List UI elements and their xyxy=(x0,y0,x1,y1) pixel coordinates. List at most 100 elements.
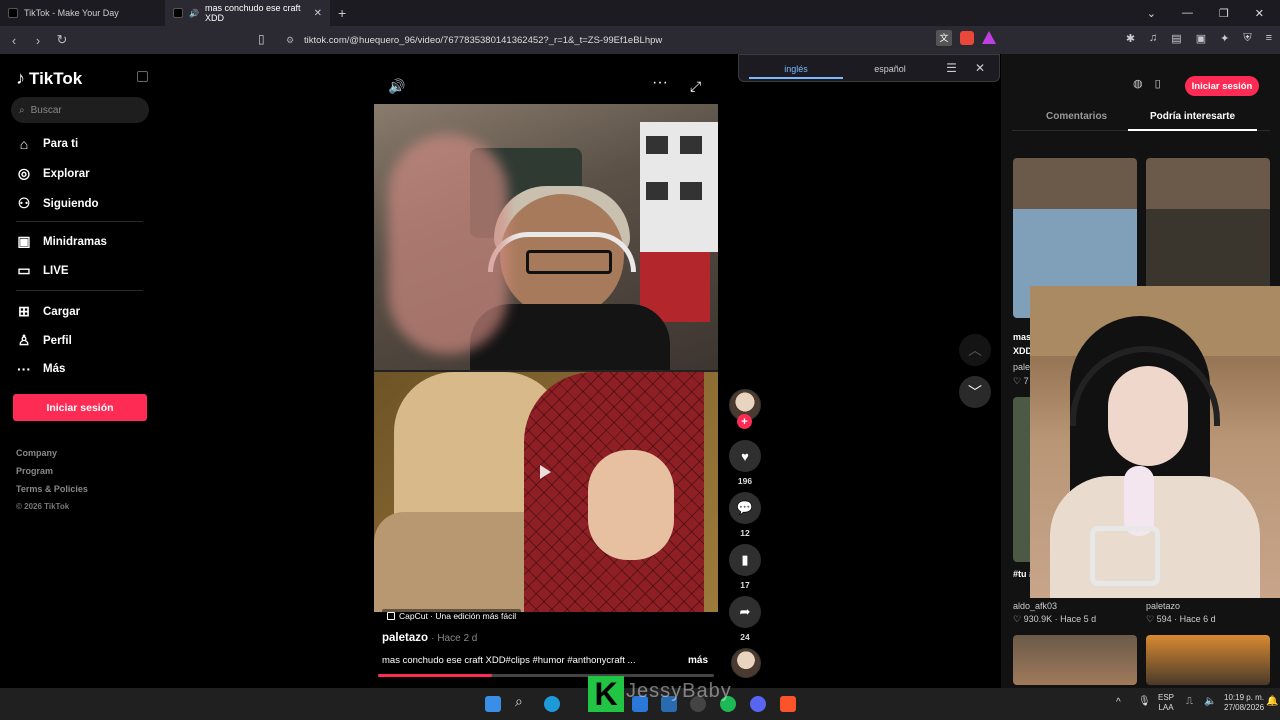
translate-menu-icon[interactable]: ☰ xyxy=(946,61,957,75)
tab-list-icon[interactable]: ⌄ xyxy=(1147,7,1156,20)
sidebar-item-live[interactable]: ▭ LIVE xyxy=(16,262,68,279)
video-author[interactable]: paletazo · Hace 2 d xyxy=(382,632,477,644)
video-caption: mas conchudo ese craft XDD#clips #humor … xyxy=(382,655,636,666)
maximize-icon[interactable]: ❐ xyxy=(1219,7,1229,20)
bookmark-icon[interactable]: ▯ xyxy=(258,32,265,46)
sidebar-item-para-ti[interactable]: ⌂ Para ti xyxy=(16,136,78,152)
sidebar: ♪ TikTok ⌕ Buscar ⌂ Para ti ◎ Explorar ⚇… xyxy=(0,54,160,688)
brave-rewards-icon[interactable] xyxy=(982,31,996,44)
video-frame-bottom xyxy=(374,372,718,612)
network-icon[interactable]: ⎍ xyxy=(1186,697,1193,707)
sound-avatar[interactable] xyxy=(731,648,761,678)
language-indicator[interactable]: ESP LAA xyxy=(1158,693,1174,713)
tray-chevron-icon[interactable]: ^ xyxy=(1116,698,1121,708)
discord-icon[interactable] xyxy=(750,696,766,712)
clock-time: 10:19 p. m. xyxy=(1224,693,1265,702)
bookmark-icon: ▮ xyxy=(741,552,749,567)
get-app-icon[interactable]: ◍ xyxy=(1133,77,1143,90)
forward-icon[interactable]: › xyxy=(28,33,48,48)
search-input[interactable]: ⌕ Buscar xyxy=(11,97,149,123)
brave-shields-icon[interactable] xyxy=(960,31,974,45)
sidebar-icon[interactable]: ▤ xyxy=(1171,32,1181,45)
search-icon[interactable]: ⌕ xyxy=(515,693,531,709)
back-icon[interactable]: ‹ xyxy=(4,33,24,48)
tab-podria-interesarte[interactable]: Podría interesarte xyxy=(1150,111,1235,122)
reload-icon[interactable]: ↻ xyxy=(52,32,72,48)
browser-tab-tiktok-home[interactable]: TikTok - Make Your Day xyxy=(0,0,165,26)
volume-tray-icon[interactable]: 🔈 xyxy=(1204,697,1216,707)
sidebar-item-minidramas[interactable]: ▣ Minidramas xyxy=(16,233,107,250)
microphone-icon[interactable]: 🎙 xyxy=(1138,697,1151,707)
header-login-button[interactable]: Iniciar sesión xyxy=(1185,76,1259,96)
tiktok-favicon-icon xyxy=(8,8,18,18)
translate-close-icon[interactable]: ✕ xyxy=(975,61,985,75)
new-tab-button[interactable]: + xyxy=(338,5,346,21)
translate-from-option[interactable]: inglés xyxy=(749,57,843,79)
footer-link-company[interactable]: Company xyxy=(16,448,57,458)
author-name[interactable]: paletazo xyxy=(382,632,428,644)
translate-icon[interactable]: 文 xyxy=(936,30,952,46)
video-progress-bar[interactable] xyxy=(378,674,714,677)
chevron-up-icon: ︿ xyxy=(968,342,982,358)
like-button[interactable]: ♥ xyxy=(729,440,761,472)
follow-plus-icon[interactable]: + xyxy=(737,414,752,429)
video-thumbnail[interactable] xyxy=(1146,635,1270,685)
sidebar-item-cargar[interactable]: ⊞ Cargar xyxy=(16,303,80,320)
footer-link-terms[interactable]: Terms & Policies xyxy=(16,484,88,494)
notifications-icon[interactable]: 🔔 xyxy=(1266,697,1278,707)
close-window-icon[interactable]: ✕ xyxy=(1255,7,1264,20)
share-button[interactable]: ➦ xyxy=(729,596,761,628)
brave-icon[interactable] xyxy=(780,696,796,712)
more-options-icon[interactable]: ··· xyxy=(652,74,668,92)
fullscreen-icon[interactable]: ⤢ xyxy=(690,78,701,95)
sidebar-item-perfil[interactable]: ♙ Perfil xyxy=(16,332,72,349)
edge-icon[interactable] xyxy=(544,696,560,712)
volume-icon[interactable]: 🔊 xyxy=(388,78,405,95)
hand-image xyxy=(588,450,674,560)
login-button[interactable]: Iniciar sesión xyxy=(13,394,147,421)
streamer-face-image xyxy=(1108,366,1188,466)
video-progress-fill xyxy=(378,674,493,677)
sidebar-item-mas[interactable]: ··· Más xyxy=(16,361,65,377)
windows-start-icon[interactable] xyxy=(485,696,501,712)
video-player[interactable] xyxy=(374,104,718,612)
tiktok-favicon-icon xyxy=(173,8,183,18)
clock[interactable]: 10:19 p. m. 27/08/2026 xyxy=(1224,693,1264,713)
tab-comentarios[interactable]: Comentarios xyxy=(1046,111,1107,122)
copyright: © 2026 TikTok xyxy=(16,502,70,511)
more-caption-link[interactable]: más xyxy=(688,655,708,666)
collapse-sidebar-icon[interactable] xyxy=(137,71,148,82)
sidebar-item-explorar[interactable]: ◎ Explorar xyxy=(16,165,90,182)
media-icon[interactable]: ♫ xyxy=(1149,32,1157,45)
card-stats: ♡ 594 · Hace 6 d xyxy=(1146,614,1216,624)
extensions-icon[interactable]: ✱ xyxy=(1126,32,1135,45)
url-text: tiktok.com/@huequero_96/video/7677835380… xyxy=(304,34,663,46)
save-button[interactable]: ▮ xyxy=(729,544,761,576)
wallet-icon[interactable]: ▣ xyxy=(1196,32,1206,45)
upload-icon: ⊞ xyxy=(18,303,30,319)
minimize-icon[interactable]: — xyxy=(1182,7,1193,19)
translate-to-option[interactable]: español xyxy=(843,62,937,74)
card-author[interactable]: aldo_afk03 xyxy=(1013,601,1057,611)
mobile-icon[interactable]: ▯ xyxy=(1155,77,1161,90)
card-author-fragment: pale xyxy=(1013,362,1031,372)
next-video-button[interactable]: ﹀ xyxy=(959,376,991,408)
footer-link-program[interactable]: Program xyxy=(16,466,53,476)
menu-icon[interactable]: ≡ xyxy=(1266,32,1272,45)
browser-tab-video[interactable]: 🔊 mas conchudo ese craft XDD ✕ xyxy=(165,0,330,26)
streamer-webcam-overlay xyxy=(1030,286,1280,598)
vpn-icon[interactable]: ⛨ xyxy=(1243,32,1251,45)
comment-icon: 💬 xyxy=(736,500,754,515)
comment-button[interactable]: 💬 xyxy=(729,492,761,524)
close-tab-icon[interactable]: ✕ xyxy=(314,8,322,19)
leo-icon[interactable]: ✦ xyxy=(1220,32,1229,45)
window-controls: ⌄ — ❐ ✕ xyxy=(1147,0,1280,26)
previous-video-button[interactable]: ︿ xyxy=(959,334,991,366)
video-thumbnail[interactable] xyxy=(1013,635,1137,685)
site-info-icon[interactable]: ⚙ xyxy=(286,35,294,46)
more-icon: ··· xyxy=(17,361,31,377)
sidebar-item-siguiendo[interactable]: ⚇ Siguiendo xyxy=(16,195,99,212)
tiktok-logo[interactable]: ♪ TikTok xyxy=(16,68,82,89)
address-bar[interactable]: ⚙ tiktok.com/@huequero_96/video/76778353… xyxy=(278,30,1000,50)
card-author[interactable]: paletazo xyxy=(1146,601,1180,611)
